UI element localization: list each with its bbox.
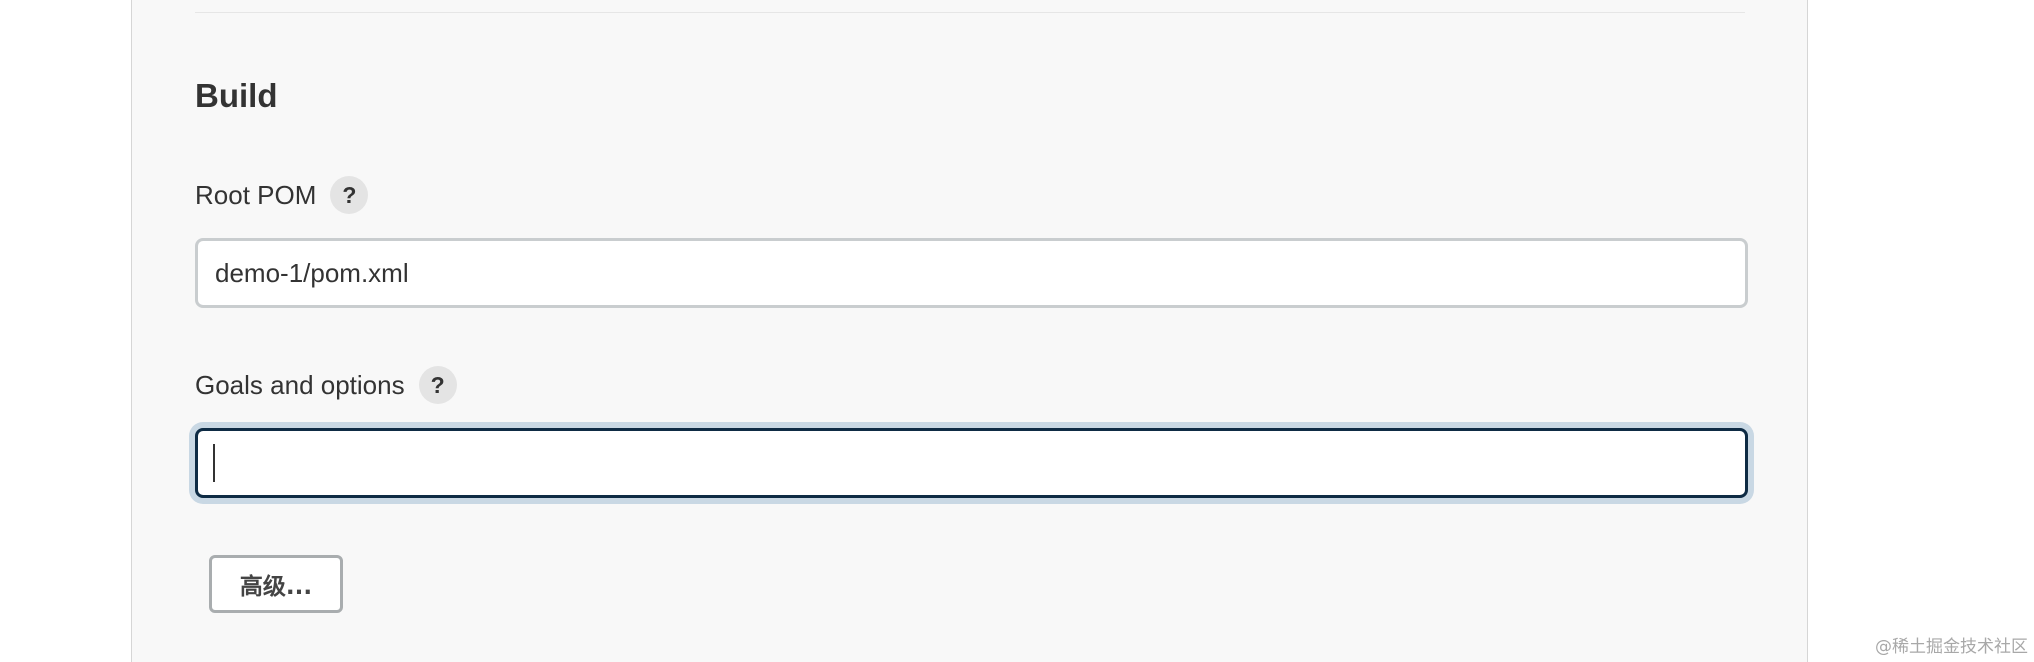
root-pom-input[interactable] [195, 238, 1748, 308]
section-title: Build [195, 77, 278, 114]
root-pom-help-icon[interactable]: ? [330, 176, 369, 214]
advanced-button[interactable]: 高级... [209, 555, 343, 613]
text-caret [213, 444, 215, 482]
goals-help-icon[interactable]: ? [418, 366, 457, 404]
root-pom-label: Root POM [195, 180, 317, 210]
root-pom-label-row: Root POM ? [195, 175, 369, 215]
goals-label-row: Goals and options ? [195, 365, 457, 405]
watermark: @稀土掘金技术社区 [1875, 637, 2028, 657]
build-config-panel: Build Root POM ? Goals and options ? 高级.… [131, 0, 1808, 662]
goals-input[interactable] [195, 428, 1748, 498]
goals-label: Goals and options [195, 370, 405, 400]
section-divider [195, 12, 1745, 13]
page: Build Root POM ? Goals and options ? 高级.… [0, 0, 2034, 662]
